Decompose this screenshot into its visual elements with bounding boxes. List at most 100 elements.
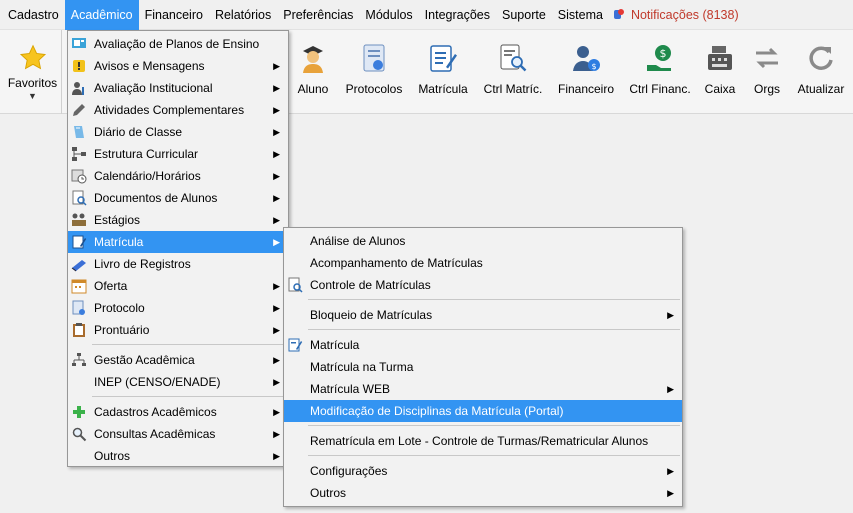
search-document-icon — [497, 42, 529, 74]
menu-bar: Cadastro Acadêmico Financeiro Relatórios… — [0, 0, 853, 30]
toolbar-ctrl-matric-button[interactable]: Ctrl Matríc. — [482, 30, 544, 114]
menu-item-label: Estágios — [94, 213, 141, 227]
menu-item-avisos[interactable]: Avisos e Mensagens ▶ — [68, 55, 288, 77]
menu-financeiro[interactable]: Financeiro — [139, 0, 209, 30]
menu-item-outros[interactable]: Outros ▶ — [68, 445, 288, 467]
menu-item-avaliacao-institucional[interactable]: Avaliação Institucional ▶ — [68, 77, 288, 99]
submenu-item-analise[interactable]: Análise de Alunos — [284, 230, 682, 252]
toolbar-atualizar-label: Atualizar — [797, 82, 845, 96]
menu-item-label: Avaliação de Planos de Ensino — [94, 37, 260, 51]
menu-item-documentos[interactable]: Documentos de Alunos ▶ — [68, 187, 288, 209]
pencil-icon — [70, 101, 88, 119]
menu-separator — [92, 396, 286, 397]
menu-item-consultas[interactable]: Consultas Acadêmicas ▶ — [68, 423, 288, 445]
menu-item-label: Outros — [310, 486, 347, 500]
menu-separator — [308, 425, 680, 426]
submenu-item-acompanhamento[interactable]: Acompanhamento de Matrículas — [284, 252, 682, 274]
menu-item-protocolo[interactable]: Protocolo ▶ — [68, 297, 288, 319]
menu-item-prontuario[interactable]: Prontuário ▶ — [68, 319, 288, 341]
toolbar-protocolos-button[interactable]: Protocolos — [343, 30, 405, 114]
menu-item-label: Rematrícula em Lote - Controle de Turmas… — [310, 434, 649, 448]
toolbar-orgs-button[interactable]: Orgs — [750, 30, 784, 114]
menu-preferencias[interactable]: Preferências — [277, 0, 359, 30]
toolbar-financeiro-button[interactable]: $ Financeiro — [556, 30, 616, 114]
menu-item-label: Controle de Matrículas — [310, 278, 431, 292]
search-document-icon — [286, 276, 304, 294]
toolbar-matricula-label: Matrícula — [418, 82, 468, 96]
teacher-board-icon — [70, 35, 88, 53]
org-chart-icon — [70, 351, 88, 369]
menu-item-cadastros[interactable]: Cadastros Acadêmicos ▶ — [68, 401, 288, 423]
menu-separator — [308, 329, 680, 330]
chevron-down-icon: ▼ — [28, 91, 37, 101]
menu-integracoes[interactable]: Integrações — [419, 0, 496, 30]
toolbar-financeiro-label: Financeiro — [557, 82, 615, 96]
svg-text:$: $ — [591, 62, 596, 71]
menu-item-label: Diário de Classe — [94, 125, 183, 139]
toolbar-caixa-button[interactable]: Caixa — [702, 30, 738, 114]
menu-relatorios[interactable]: Relatórios — [209, 0, 277, 30]
refresh-icon — [805, 42, 837, 74]
menu-item-label: Calendário/Horários — [94, 169, 201, 183]
notifications-link[interactable]: Notificações (8138) — [609, 0, 745, 30]
menu-item-estrutura[interactable]: Estrutura Curricular ▶ — [68, 143, 288, 165]
menu-item-label: Prontuário — [94, 323, 150, 337]
menu-item-avaliacao-planos[interactable]: Avaliação de Planos de Ensino — [68, 33, 288, 55]
submenu-item-controle[interactable]: Controle de Matrículas — [284, 274, 682, 296]
toolbar-aluno-label: Aluno — [297, 82, 329, 96]
swap-arrows-icon — [751, 42, 783, 74]
cash-register-icon — [704, 42, 736, 74]
menu-item-label: Modificação de Disciplinas da Matrícula … — [310, 404, 564, 418]
favorites-label: Favoritos — [7, 76, 58, 90]
menu-academico[interactable]: Acadêmico — [64, 0, 139, 30]
menu-suporte[interactable]: Suporte — [496, 0, 552, 30]
calendar-clock-icon — [70, 167, 88, 185]
menu-item-gestao[interactable]: Gestão Acadêmica ▶ — [68, 349, 288, 371]
hand-money-icon: $ — [644, 42, 676, 74]
menu-item-inep[interactable]: INEP (CENSO/ENADE) ▶ — [68, 371, 288, 393]
submenu-item-rematricula-lote[interactable]: Rematrícula em Lote - Controle de Turmas… — [284, 430, 682, 452]
menu-item-diario[interactable]: Diário de Classe ▶ — [68, 121, 288, 143]
menu-item-estagios[interactable]: Estágios ▶ — [68, 209, 288, 231]
menu-item-calendario[interactable]: Calendário/Horários ▶ — [68, 165, 288, 187]
submenu-item-outros[interactable]: Outros ▶ — [284, 482, 682, 504]
menu-item-label: Matrícula — [310, 338, 360, 352]
student-icon — [297, 42, 329, 74]
document-search-icon — [70, 189, 88, 207]
people-table-icon — [70, 211, 88, 229]
submenu-item-bloqueio[interactable]: Bloqueio de Matrículas ▶ — [284, 304, 682, 326]
menu-item-label: Avisos e Mensagens — [94, 59, 205, 73]
menu-sistema[interactable]: Sistema — [552, 0, 609, 30]
notifications-label: Notificações (8138) — [630, 7, 739, 22]
menu-item-atividades[interactable]: Atividades Complementares ▶ — [68, 99, 288, 121]
favorites-button[interactable]: Favoritos ▼ — [4, 30, 62, 114]
toolbar-protocolos-label: Protocolos — [345, 82, 403, 96]
submenu-item-matricula-turma[interactable]: Matrícula na Turma — [284, 356, 682, 378]
toolbar-atualizar-button[interactable]: Atualizar — [794, 30, 848, 114]
menu-item-livro[interactable]: Livro de Registros — [68, 253, 288, 275]
menu-item-label: Matrícula — [94, 235, 144, 249]
menu-item-label: Cadastros Acadêmicos — [94, 405, 217, 419]
submenu-item-configuracoes[interactable]: Configurações ▶ — [284, 460, 682, 482]
menu-modulos[interactable]: Módulos — [359, 0, 418, 30]
matricula-submenu: Análise de Alunos Acompanhamento de Matr… — [283, 227, 683, 507]
calendar-icon — [70, 277, 88, 295]
menu-item-oferta[interactable]: Oferta ▶ — [68, 275, 288, 297]
submenu-item-modificacao-disciplinas[interactable]: Modificação de Disciplinas da Matrícula … — [284, 400, 682, 422]
menu-item-label: Configurações — [310, 464, 388, 478]
toolbar-matricula-button[interactable]: Matrícula — [416, 30, 470, 114]
menu-cadastro[interactable]: Cadastro — [2, 0, 65, 30]
svg-text:$: $ — [660, 47, 667, 60]
book-icon — [70, 255, 88, 273]
submenu-item-matricula-web[interactable]: Matrícula WEB ▶ — [284, 378, 682, 400]
toolbar-aluno-button[interactable]: Aluno — [295, 30, 331, 114]
menu-separator — [308, 455, 680, 456]
menu-item-matricula[interactable]: Matrícula ▶ — [68, 231, 288, 253]
toolbar-ctrl-matric-label: Ctrl Matríc. — [483, 82, 543, 96]
enrollment-form-icon — [427, 42, 459, 74]
submenu-item-matricula[interactable]: Matrícula — [284, 334, 682, 356]
menu-item-label: Documentos de Alunos — [94, 191, 218, 205]
toolbar-ctrl-financ-button[interactable]: $ Ctrl Financ. — [628, 30, 692, 114]
org-chart-icon — [70, 145, 88, 163]
menu-item-label: Gestão Acadêmica — [94, 353, 195, 367]
